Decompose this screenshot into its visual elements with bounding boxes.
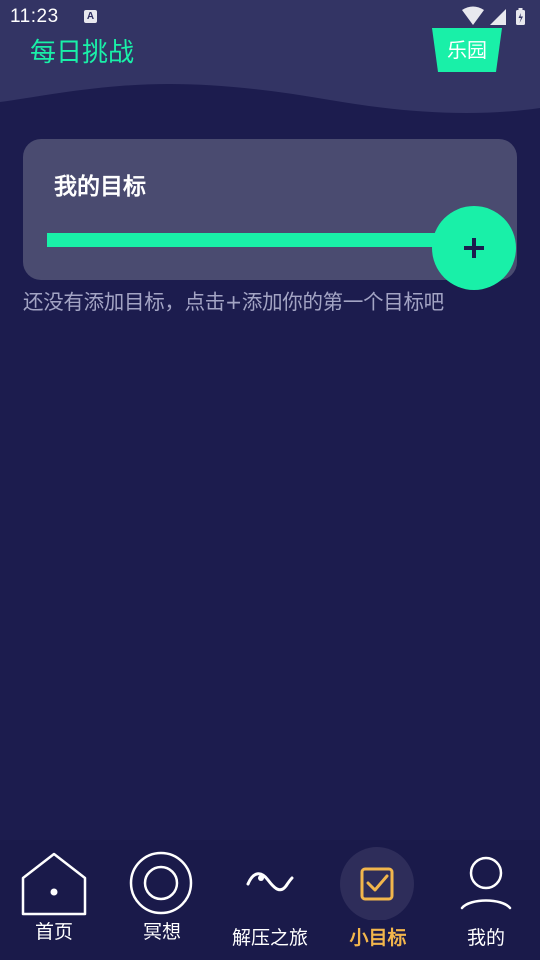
house-icon [21,852,87,916]
nav-item-small-goals[interactable]: 小目标 [324,840,432,960]
park-button[interactable]: 乐园 [432,28,502,72]
person-icon [460,856,512,910]
empty-goals-hint: 还没有添加目标，点击+添加你的第一个目标吧 [23,290,444,314]
goal-card-title: 我的目标 [54,174,146,200]
nav-label-relief-journey: 解压之旅 [231,927,308,949]
nav-item-mine[interactable]: 我的 [432,840,540,960]
nav-item-relief-journey[interactable]: 解压之旅 [216,840,324,960]
battery-icon [516,8,525,25]
bottom-nav: 首页 冥想 解压之旅 小目标 我的 [0,840,540,960]
goal-progress-bar [47,233,477,247]
circle-icon [129,851,193,915]
nav-label-home: 首页 [34,921,73,943]
wave-icon [246,872,294,892]
page-title: 每日挑战 [30,38,135,68]
status-time: 11:23 [10,6,59,27]
nav-item-home[interactable]: 首页 [0,840,108,960]
goal-progress-fill [47,233,477,247]
a-icon: A [84,10,97,23]
park-button-label: 乐园 [447,38,487,62]
wifi-icon [462,6,484,25]
nav-label-meditation: 冥想 [142,921,181,943]
add-goal-button[interactable] [432,206,516,290]
checkbox-icon [340,847,414,920]
signal-icon [490,9,506,25]
nav-label-mine: 我的 [466,927,505,949]
nav-label-small-goals: 小目标 [349,927,407,949]
nav-item-meditation[interactable]: 冥想 [108,840,216,960]
plus-icon [464,238,484,258]
